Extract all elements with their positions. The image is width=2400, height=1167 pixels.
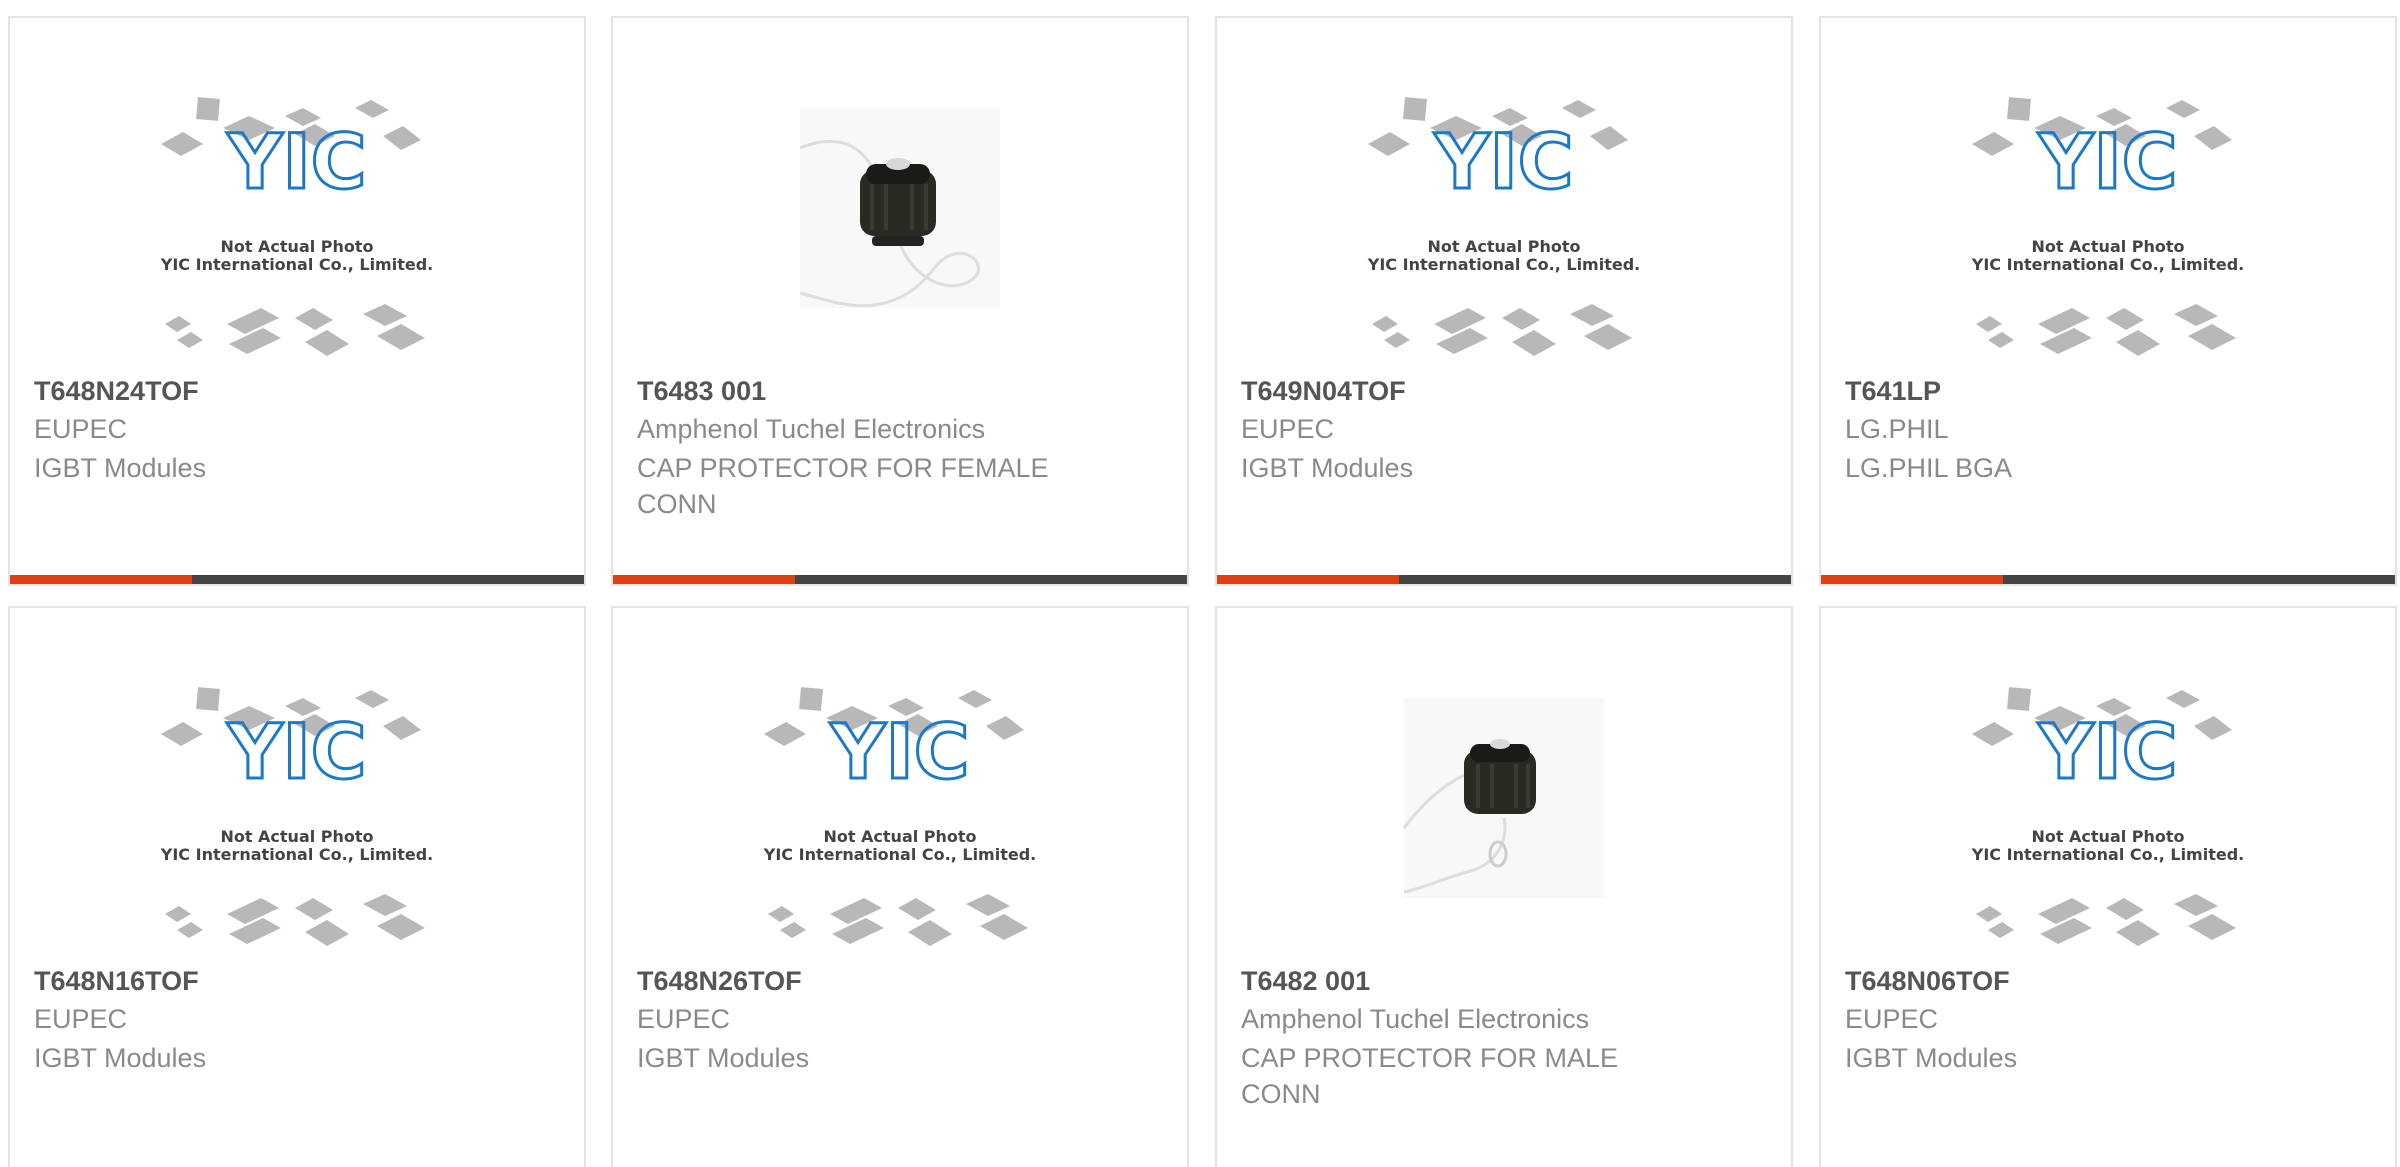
product-card[interactable]: YIC Not Actual Photo YIC International C… [1819, 16, 2397, 586]
placeholder-caption-line1: Not Actual Photo [1427, 237, 1580, 256]
description: LG.PHIL BGA [1845, 453, 2013, 483]
card-accent-bar [613, 575, 795, 584]
placeholder-caption-line1: Not Actual Photo [2031, 237, 2184, 256]
manufacturer: Amphenol Tuchel Electronics [637, 414, 986, 444]
yic-placeholder-image: YIC Not Actual Photo YIC International C… [1971, 687, 2244, 946]
card-bottom-bar [613, 575, 1187, 584]
yic-logo: YIC [1433, 117, 1573, 206]
card-accent-bar [1217, 575, 1399, 584]
product-card[interactable]: YIC Not Actual Photo YIC International C… [1819, 606, 2397, 1167]
description: CAP PROTECTOR FOR MALE CONN [1241, 1043, 1619, 1109]
yic-logo: YIC [2037, 117, 2177, 206]
manufacturer: EUPEC [34, 414, 128, 444]
description: IGBT Modules [1241, 453, 1414, 483]
yic-placeholder-image: YIC Not Actual Photo YIC International C… [763, 687, 1036, 946]
placeholder-caption-line2: YIC International Co., Limited. [160, 255, 433, 274]
yic-logo: YIC [226, 117, 366, 206]
product-card[interactable]: YIC Not Actual Photo YIC International C… [8, 16, 586, 586]
card-bottom-bar [1217, 575, 1791, 584]
product-image[interactable] [1217, 678, 1791, 958]
manufacturer: EUPEC [34, 1004, 128, 1034]
product-card[interactable]: T6483 001 Amphenol Tuchel Electronics CA… [611, 16, 1189, 586]
placeholder-caption-line1: Not Actual Photo [220, 827, 373, 846]
manufacturer: EUPEC [1241, 414, 1335, 444]
cap-protector-photo [799, 108, 1000, 308]
product-image[interactable] [613, 88, 1187, 368]
yic-placeholder-image: YIC Not Actual Photo YIC International C… [1367, 97, 1640, 356]
placeholder-caption-line2: YIC International Co., Limited. [1971, 255, 2244, 274]
card-accent-bar [10, 575, 192, 584]
product-card[interactable]: T6482 001 Amphenol Tuchel Electronics CA… [1215, 606, 1793, 1167]
part-number-link[interactable]: T648N06TOF [1845, 966, 2010, 997]
product-card[interactable]: YIC Not Actual Photo YIC International C… [611, 606, 1189, 1167]
product-card[interactable]: YIC Not Actual Photo YIC International C… [1215, 16, 1793, 586]
yic-placeholder-image: YIC Not Actual Photo YIC International C… [160, 97, 433, 356]
product-image[interactable]: YIC Not Actual Photo YIC International C… [1217, 88, 1791, 368]
description: CAP PROTECTOR FOR FEMALE CONN [637, 453, 1049, 519]
description: IGBT Modules [34, 1043, 207, 1073]
yic-logo: YIC [2037, 707, 2177, 796]
placeholder-caption-line1: Not Actual Photo [823, 827, 976, 846]
placeholder-caption-line2: YIC International Co., Limited. [160, 845, 433, 864]
manufacturer: LG.PHIL [1845, 414, 1949, 444]
yic-logo: YIC [226, 707, 366, 796]
description: IGBT Modules [637, 1043, 810, 1073]
manufacturer: Amphenol Tuchel Electronics [1241, 1004, 1590, 1034]
product-image[interactable]: YIC Not Actual Photo YIC International C… [1821, 88, 2395, 368]
part-number-link[interactable]: T641LP [1845, 376, 1941, 407]
placeholder-caption-line2: YIC International Co., Limited. [1971, 845, 2244, 864]
description: IGBT Modules [1845, 1043, 2018, 1073]
part-number-link[interactable]: T6482 001 [1241, 966, 1370, 997]
card-bottom-bar [1821, 575, 2395, 584]
placeholder-caption-line2: YIC International Co., Limited. [763, 845, 1036, 864]
product-image[interactable]: YIC Not Actual Photo YIC International C… [1821, 678, 2395, 958]
yic-logo: YIC [829, 707, 969, 796]
manufacturer: EUPEC [637, 1004, 731, 1034]
product-image[interactable]: YIC Not Actual Photo YIC International C… [613, 678, 1187, 958]
part-number-link[interactable]: T649N04TOF [1241, 376, 1406, 407]
part-number-link[interactable]: T648N24TOF [34, 376, 199, 407]
description: IGBT Modules [34, 453, 207, 483]
part-number-link[interactable]: T648N26TOF [637, 966, 802, 997]
part-number-link[interactable]: T648N16TOF [34, 966, 199, 997]
card-accent-bar [1821, 575, 2003, 584]
part-number-link[interactable]: T6483 001 [637, 376, 766, 407]
product-card[interactable]: YIC Not Actual Photo YIC International C… [8, 606, 586, 1167]
placeholder-caption-line2: YIC International Co., Limited. [1367, 255, 1640, 274]
placeholder-caption-line1: Not Actual Photo [220, 237, 373, 256]
yic-placeholder-image: YIC Not Actual Photo YIC International C… [1971, 97, 2244, 356]
product-image[interactable]: YIC Not Actual Photo YIC International C… [10, 678, 584, 958]
card-bottom-bar [10, 575, 584, 584]
yic-placeholder-image: YIC Not Actual Photo YIC International C… [160, 687, 433, 946]
manufacturer: EUPEC [1845, 1004, 1939, 1034]
placeholder-caption-line1: Not Actual Photo [2031, 827, 2184, 846]
product-grid: YIC Not Actual Photo YIC International C… [0, 0, 2400, 1167]
cap-protector-photo [1402, 698, 1604, 898]
product-image[interactable]: YIC Not Actual Photo YIC International C… [10, 88, 584, 368]
